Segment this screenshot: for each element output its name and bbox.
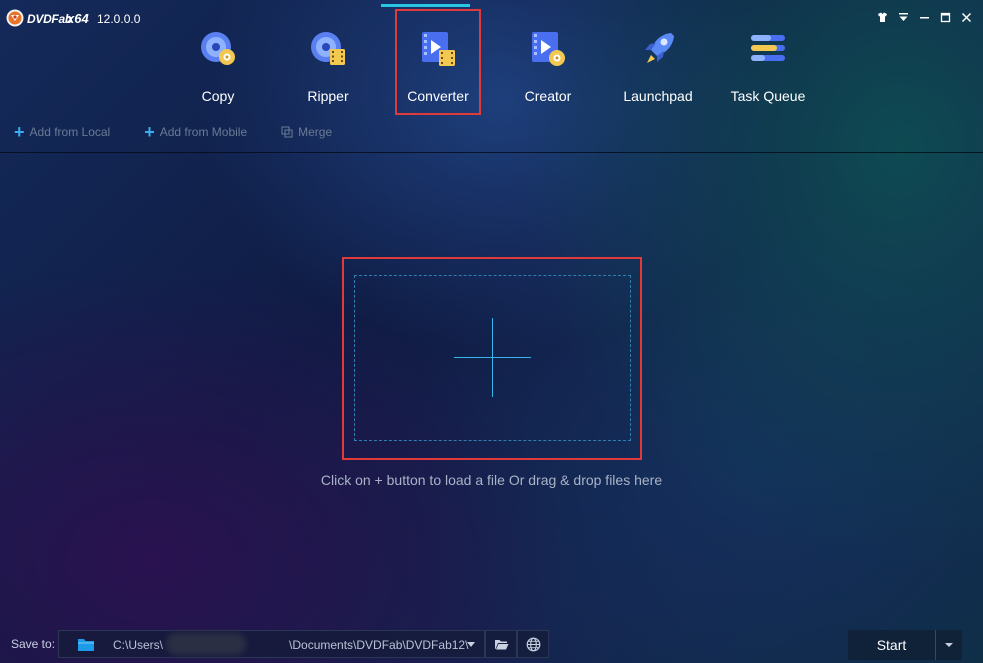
path-suffix: \Documents\DVDFab\DVDFab12\	[289, 638, 469, 652]
maximize-icon	[940, 12, 951, 22]
add-file-plus-icon-vertical[interactable]	[492, 318, 493, 397]
add-from-mobile-label: Add from Mobile	[159, 125, 248, 139]
module-label: Copy	[201, 88, 235, 104]
toolbar-divider	[0, 152, 983, 153]
module-copy[interactable]: Copy	[163, 4, 273, 116]
plus-icon: +	[14, 122, 25, 142]
merge-button[interactable]: Merge	[281, 125, 332, 139]
copy-disc-icon	[201, 32, 235, 65]
add-from-mobile-button[interactable]: + Add from Mobile	[144, 122, 248, 142]
output-web-button[interactable]	[517, 630, 549, 658]
start-options-button[interactable]	[935, 630, 962, 660]
module-label: Ripper	[307, 88, 349, 104]
save-to-label: Save to:	[11, 637, 56, 651]
module-label: Creator	[524, 88, 572, 104]
path-prefix: C:\Users\	[113, 638, 164, 652]
converter-highlight-frame	[395, 9, 481, 115]
output-path-select[interactable]: C:\Users\ \Documents\DVDFab\DVDFab12\	[58, 630, 485, 658]
module-task-queue[interactable]: Task Queue	[713, 4, 823, 116]
rocket-icon	[645, 33, 674, 63]
menu-icon	[899, 12, 908, 21]
task-queue-icon	[751, 35, 785, 61]
merge-icon	[281, 126, 293, 138]
chevron-down-icon	[945, 643, 953, 647]
browse-folder-button[interactable]	[485, 630, 517, 658]
plus-icon: +	[144, 122, 155, 142]
window-controls	[872, 8, 977, 26]
redacted-username	[166, 633, 246, 655]
module-creator[interactable]: Creator	[493, 4, 603, 116]
folder-icon	[78, 639, 94, 651]
app-brand: DVDFab	[27, 12, 72, 26]
app-version: 12.0.0.0	[97, 12, 141, 26]
dvdfab-logo-icon	[6, 9, 24, 27]
maximize-button[interactable]	[935, 8, 956, 26]
creator-film-icon	[532, 32, 565, 66]
add-from-local-label: Add from Local	[29, 125, 111, 139]
app-arch: x64	[67, 11, 89, 26]
minimize-icon	[920, 16, 929, 18]
globe-icon	[526, 637, 540, 651]
module-label: Launchpad	[623, 88, 693, 104]
close-icon	[961, 12, 972, 22]
start-button[interactable]: Start	[848, 630, 935, 660]
add-from-local-button[interactable]: + Add from Local	[14, 122, 111, 142]
module-nav: Copy Ripper Converter Creator Launchpad …	[163, 4, 823, 116]
close-button[interactable]	[956, 8, 977, 26]
drop-hint: Click on + button to load a file Or drag…	[320, 472, 663, 488]
module-label: Task Queue	[730, 88, 806, 104]
source-toolbar: + Add from Local + Add from Mobile Merge	[14, 122, 366, 142]
merge-label: Merge	[298, 125, 333, 139]
shirt-icon	[878, 12, 887, 22]
chevron-down-icon	[467, 642, 475, 647]
ripper-disc-icon	[311, 32, 345, 65]
module-launchpad[interactable]: Launchpad	[603, 4, 713, 116]
open-folder-icon	[494, 639, 508, 649]
skin-button[interactable]	[872, 8, 893, 26]
minimize-button[interactable]	[914, 8, 935, 26]
module-ripper[interactable]: Ripper	[273, 4, 383, 116]
menu-button[interactable]	[893, 8, 914, 26]
